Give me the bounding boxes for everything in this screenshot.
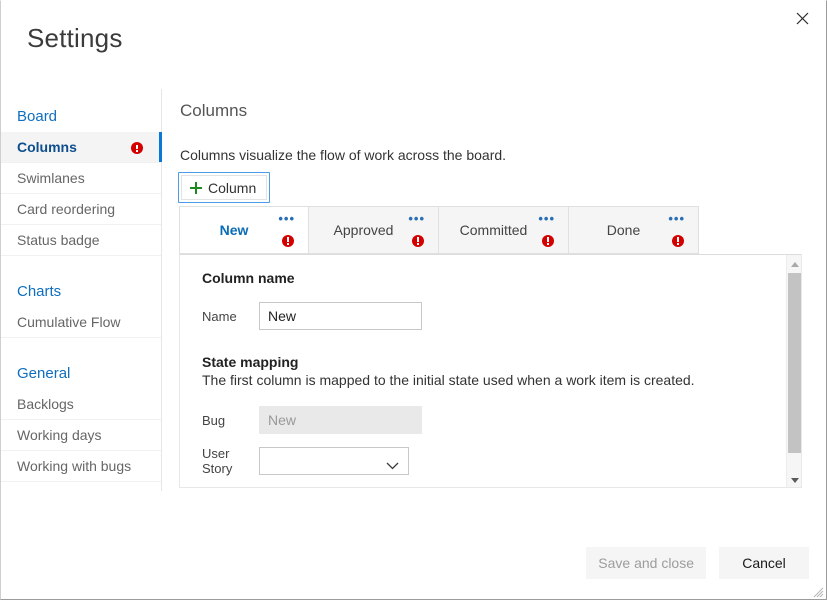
- cancel-button[interactable]: Cancel: [719, 547, 809, 579]
- sidebar-group-general: General: [17, 365, 71, 382]
- plus-icon: [190, 181, 202, 194]
- content-heading: Columns: [180, 101, 248, 120]
- sidebar-item-label: Cumulative Flow: [17, 314, 121, 330]
- error-icon: [542, 232, 554, 250]
- sidebar-item-backlogs[interactable]: Backlogs: [1, 389, 161, 420]
- ellipsis-icon[interactable]: •••: [538, 212, 555, 225]
- add-column-button[interactable]: Column: [181, 175, 268, 200]
- user-story-field-row: User Story: [202, 446, 786, 476]
- resize-grip[interactable]: [812, 585, 824, 598]
- user-story-select[interactable]: [259, 447, 409, 475]
- settings-dialog: Settings Board Columns Swimlanes Card re…: [0, 0, 827, 600]
- panel-scrollbar[interactable]: [786, 255, 801, 487]
- caret-down-icon: [790, 470, 799, 487]
- error-icon: [672, 232, 684, 250]
- add-column-focus-ring: Column: [178, 172, 271, 203]
- bug-state-input: [259, 406, 422, 434]
- error-icon: [282, 232, 294, 250]
- dialog-titlebar: Settings: [1, 1, 826, 81]
- sidebar-item-working-with-bugs[interactable]: Working with bugs: [1, 451, 161, 482]
- column-settings-panel: Column name Name State mapping The first…: [179, 254, 802, 488]
- sidebar-item-swimlanes[interactable]: Swimlanes: [1, 163, 161, 194]
- sidebar-item-label: Columns: [17, 139, 77, 155]
- sidebar-item-label: Card reordering: [17, 201, 116, 217]
- tab-new[interactable]: New •••: [179, 206, 309, 254]
- name-field-row: Name: [202, 302, 786, 330]
- settings-sidebar: Board Columns Swimlanes Card reordering …: [1, 89, 162, 491]
- sidebar-group-board: Board: [17, 108, 58, 125]
- user-story-select-wrap: [259, 447, 409, 475]
- save-and-close-button[interactable]: Save and close: [586, 547, 706, 579]
- scroll-up-button[interactable]: [787, 255, 801, 272]
- bug-field-row: Bug: [202, 406, 786, 434]
- sidebar-item-cumulative-flow[interactable]: Cumulative Flow: [1, 307, 161, 338]
- tab-label: Committed: [459, 222, 528, 238]
- close-button[interactable]: [785, 3, 819, 33]
- state-mapping-header: State mapping: [202, 354, 299, 370]
- caret-up-icon: [790, 255, 799, 272]
- column-name-header: Column name: [202, 270, 295, 286]
- close-icon: [796, 12, 809, 25]
- sidebar-group-charts: Charts: [17, 283, 62, 300]
- column-tabs: New ••• Approved ••• Committed ••• Done …: [179, 206, 699, 254]
- tab-done[interactable]: Done •••: [569, 206, 699, 254]
- tab-label: New: [219, 222, 249, 238]
- tab-label: Approved: [333, 222, 394, 238]
- settings-content: Columns Columns visualize the flow of wo…: [162, 89, 825, 491]
- content-description: Columns visualize the flow of work acros…: [180, 147, 507, 163]
- page-title: Settings: [27, 23, 123, 53]
- dialog-footer: Save and close Cancel: [586, 547, 809, 579]
- sidebar-item-label: Backlogs: [17, 396, 74, 412]
- sidebar-item-card-reordering[interactable]: Card reordering: [1, 194, 161, 225]
- scrollbar-thumb[interactable]: [788, 273, 801, 453]
- scroll-down-button[interactable]: [787, 470, 801, 487]
- ellipsis-icon[interactable]: •••: [668, 212, 685, 225]
- name-label: Name: [202, 308, 237, 324]
- tab-committed[interactable]: Committed •••: [439, 206, 569, 254]
- add-column-label: Column: [208, 179, 257, 196]
- tab-label: Done: [606, 222, 641, 238]
- sidebar-item-label: Working with bugs: [17, 458, 132, 474]
- error-icon: [412, 232, 424, 250]
- column-settings-form: Column name Name State mapping The first…: [180, 255, 786, 487]
- user-story-label: User Story: [202, 446, 233, 476]
- state-mapping-description: The first column is mapped to the initia…: [202, 372, 695, 388]
- error-icon: [131, 139, 143, 155]
- sidebar-item-label: Swimlanes: [17, 170, 85, 186]
- column-name-input[interactable]: [259, 302, 422, 330]
- sidebar-item-columns[interactable]: Columns: [1, 132, 162, 163]
- sidebar-item-label: Working days: [17, 427, 102, 443]
- sidebar-item-status-badge[interactable]: Status badge: [1, 225, 161, 256]
- bug-label: Bug: [202, 412, 226, 428]
- tab-approved[interactable]: Approved •••: [309, 206, 439, 254]
- sidebar-item-label: Status badge: [17, 232, 100, 248]
- ellipsis-icon[interactable]: •••: [278, 212, 295, 225]
- ellipsis-icon[interactable]: •••: [408, 212, 425, 225]
- sidebar-item-working-days[interactable]: Working days: [1, 420, 161, 451]
